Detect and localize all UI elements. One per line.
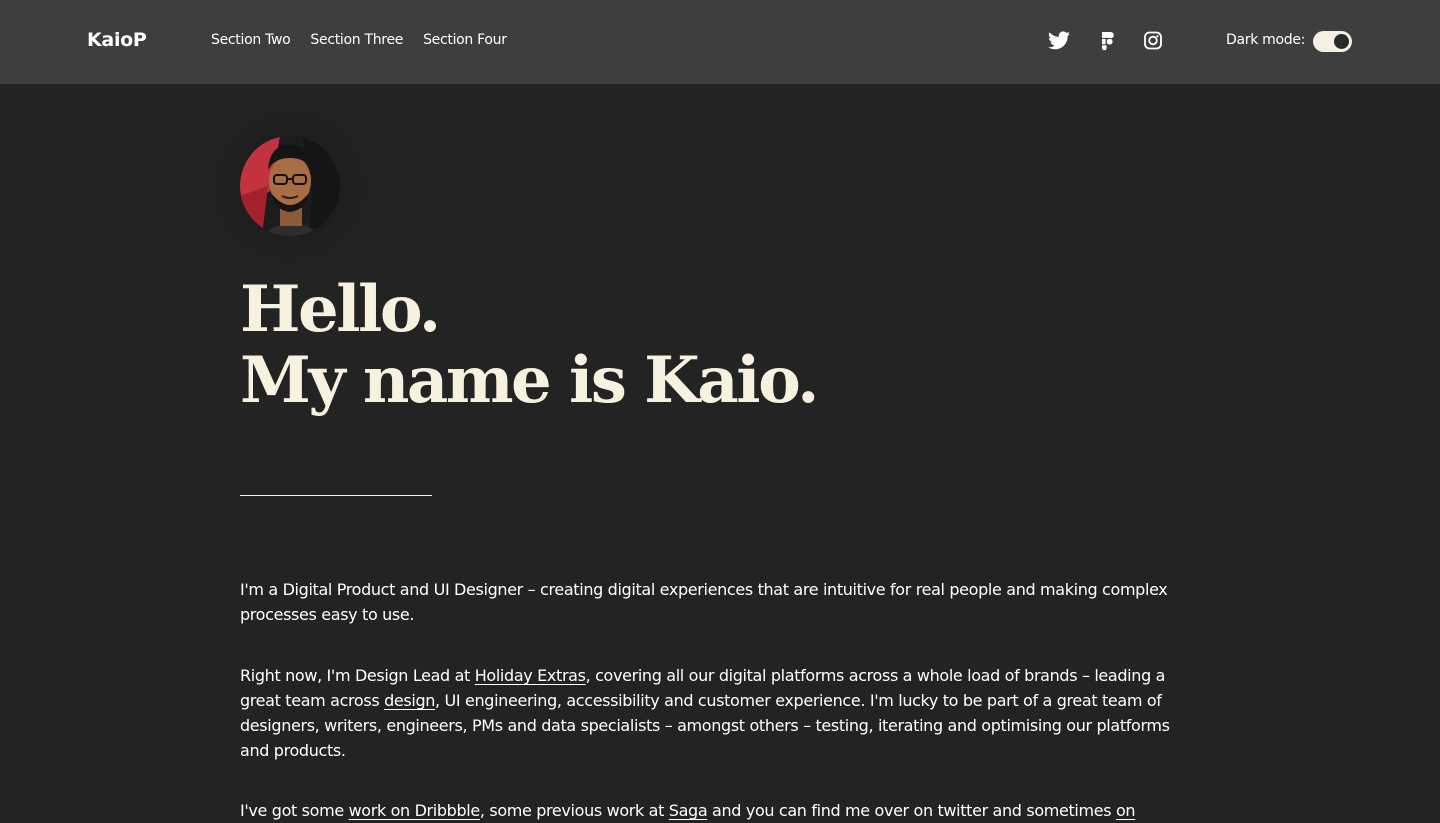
holiday-extras-link[interactable]: Holiday Extras: [475, 666, 586, 685]
text-segment: and you can find me over on twitter and …: [707, 801, 1116, 820]
hero-headline: Hello. My name is Kaio.: [240, 272, 819, 418]
avatar: [240, 136, 340, 236]
text-segment: I've got some: [240, 801, 349, 820]
design-link[interactable]: design: [384, 691, 435, 710]
saga-link[interactable]: Saga: [669, 801, 708, 820]
twitter-icon[interactable]: [1047, 29, 1071, 53]
main-nav: Section Two Section Three Section Four: [211, 32, 507, 48]
nav-link-section-four[interactable]: Section Four: [423, 32, 507, 48]
dark-mode-toggle[interactable]: [1313, 31, 1352, 52]
dark-mode-label: Dark mode:: [1226, 32, 1306, 48]
nav-link-section-two[interactable]: Section Two: [211, 32, 291, 48]
avatar-photo: [240, 136, 340, 236]
site-header: KaioP Section Two Section Three Section …: [0, 0, 1440, 84]
figma-icon[interactable]: [1095, 29, 1119, 53]
nav-link-section-three[interactable]: Section Three: [310, 32, 403, 48]
hero-line-hello: Hello.: [240, 272, 441, 347]
text-segment: , some previous work at: [479, 801, 669, 820]
current-role-paragraph: Right now, I'm Design Lead at Holiday Ex…: [240, 663, 1200, 763]
divider: [240, 495, 432, 496]
text-segment: Right now, I'm Design Lead at: [240, 666, 475, 685]
dribbble-link[interactable]: work on Dribbble: [349, 801, 481, 820]
hero-line-name: My name is Kaio.: [240, 343, 819, 418]
site-logo[interactable]: KaioP: [87, 29, 147, 51]
on-link[interactable]: on: [1116, 801, 1136, 820]
links-paragraph: I've got some work on Dribbble, some pre…: [240, 798, 1200, 823]
instagram-icon[interactable]: [1141, 29, 1165, 53]
toggle-knob: [1334, 34, 1349, 49]
intro-paragraph: I'm a Digital Product and UI Designer – …: [240, 580, 1168, 624]
